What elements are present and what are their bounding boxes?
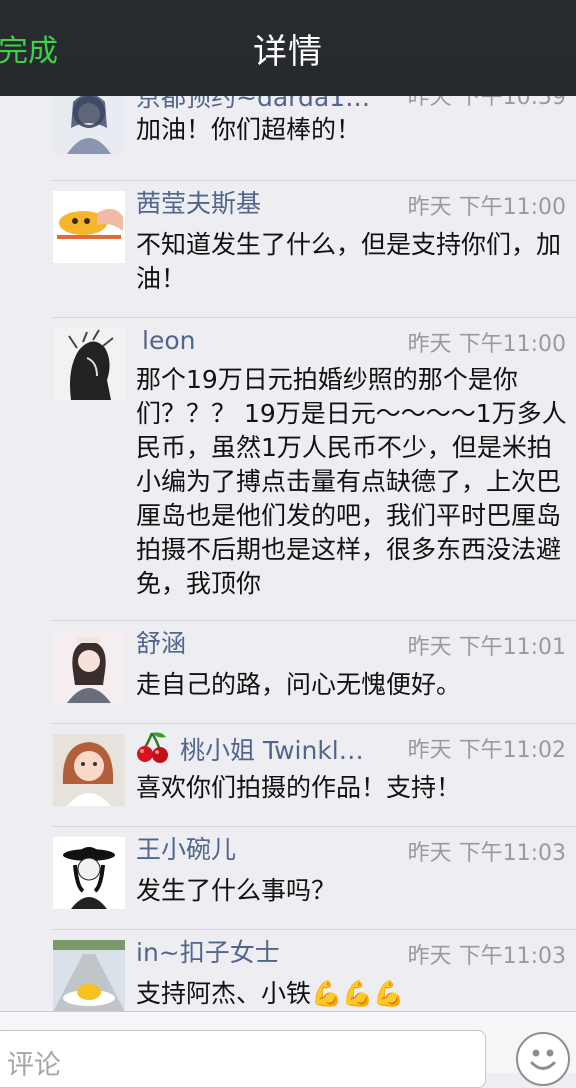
comment-author[interactable]: 舒涵 [136,628,186,660]
comment-row[interactable]: 茜莹夫斯基 昨天 下午11:00 不知道发生了什么，但是支持你们，加油！ [0,181,576,317]
comment-row[interactable]: 桃小姐 Twinkl… 昨天 下午11:02 喜欢你们拍摄的作品！支持！ [0,724,576,826]
comment-row[interactable]: leon 昨天 下午11:00 那个19万日元拍婚纱照的那个是你们？？？ 19万… [0,318,576,620]
comment-input-placeholder: 评论 [7,1050,61,1081]
comment-row[interactable]: 舒涵 昨天 下午11:01 走自己的路，问心无愧便好。 [0,621,576,723]
comment-input-bar: 评论 [0,1011,576,1088]
page-title: 详情 [253,32,323,72]
avatar[interactable] [53,96,125,154]
comment-text: 支持阿杰、小铁💪💪💪 [136,979,405,1008]
avatar[interactable] [53,940,125,1011]
comment-author[interactable]: 京都预约~darda1… [136,96,370,114]
comment-text: 那个19万日元拍婚纱照的那个是你们？？？ 19万是日元～～～～1万多人民币，虽然… [136,365,567,598]
comment-author[interactable]: 桃小姐 Twinkl… [136,731,364,767]
avatar[interactable] [53,734,125,806]
emoji-button[interactable] [516,1032,570,1086]
comment-author[interactable]: 茜莹夫斯基 [136,188,261,220]
comment-time: 昨天 下午10:59 [407,96,566,110]
comment-time: 昨天 下午11:01 [407,635,566,660]
comment-text: 加油！你们超棒的！ [136,115,362,144]
avatar[interactable] [53,191,125,263]
smiley-face-icon [530,1049,556,1070]
comment-input[interactable]: 评论 [0,1030,486,1088]
cherry-icon [137,732,168,763]
comment-row[interactable]: 王小碗儿 昨天 下午11:03 发生了什么事吗？ [0,827,576,929]
avatar[interactable] [53,837,125,909]
comment-author[interactable]: 王小碗儿 [136,834,236,866]
comment-text: 走自己的路，问心无愧便好。 [136,670,462,699]
comment-text: 喜欢你们拍摄的作品！支持！ [136,773,462,802]
comment-text: 不知道发生了什么，但是支持你们，加油！ [136,230,562,293]
avatar[interactable] [53,328,125,400]
comment-time: 昨天 下午11:02 [407,738,566,763]
comment-time: 昨天 下午11:03 [407,944,566,969]
comment-text: 发生了什么事吗？ [136,876,337,905]
comment-author[interactable]: in~扣子女士 [136,937,280,969]
comment-author[interactable]: leon [142,325,195,357]
comment-time: 昨天 下午11:00 [407,195,566,220]
comment-list[interactable]: 京都预约~darda1… 昨天 下午10:59 加油！你们超棒的！ 茜莹夫斯基 … [0,96,576,1011]
navigation-bar: 完成 详情 [0,0,576,96]
comment-row[interactable]: 京都预约~darda1… 昨天 下午10:59 加油！你们超棒的！ [0,96,576,180]
avatar[interactable] [53,631,125,703]
comment-author-text: 桃小姐 Twinkl… [180,736,364,765]
comment-time: 昨天 下午11:00 [407,332,566,357]
comment-row[interactable]: in~扣子女士 昨天 下午11:03 支持阿杰、小铁💪💪💪 [0,930,576,1011]
comment-time: 昨天 下午11:03 [407,841,566,866]
